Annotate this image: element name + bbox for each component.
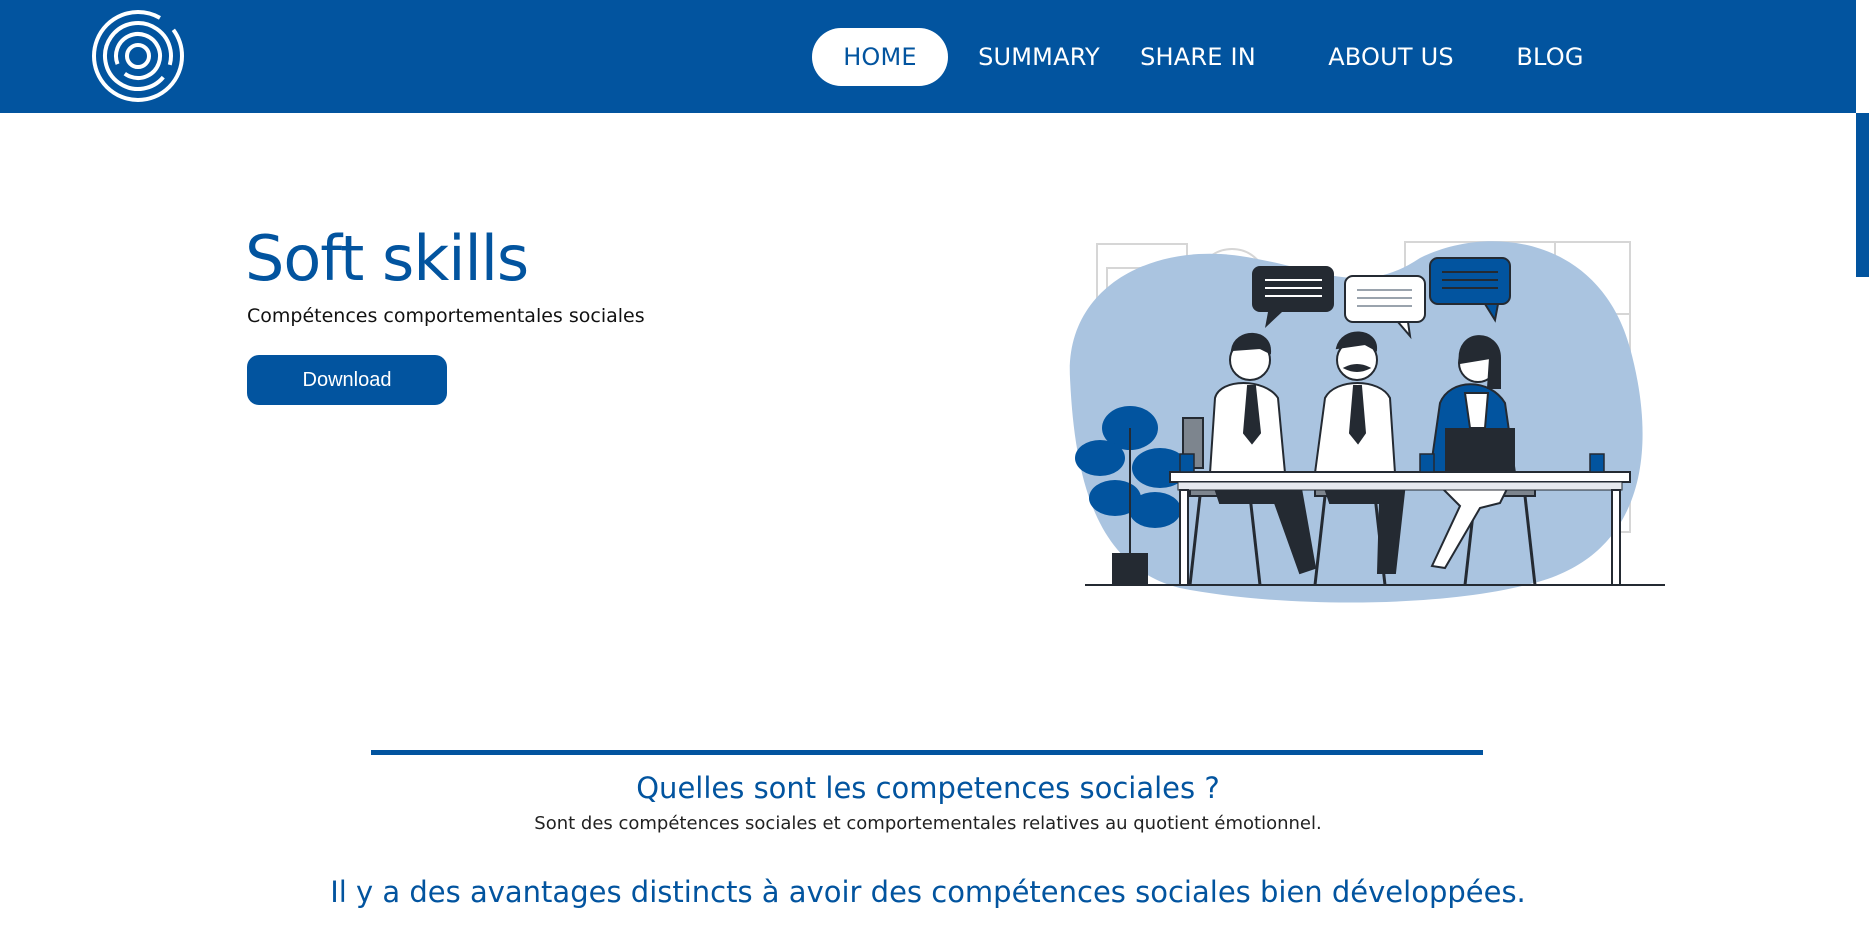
team-meeting-illustration xyxy=(1069,241,1665,603)
hero-subtitle: Compétences comportementales sociales xyxy=(247,305,645,327)
logo-icon[interactable] xyxy=(90,8,186,104)
advantages-heading: Il y a des avantages distincts à avoir d… xyxy=(330,875,1526,909)
top-navigation-bar: HOME SUMMARY SHARE IN ABOUT US BLOG xyxy=(0,0,1856,113)
nav-item-share-in[interactable]: SHARE IN xyxy=(1133,28,1263,86)
section-divider xyxy=(371,750,1483,755)
question-heading: Quelles sont les competences sociales ? xyxy=(636,771,1220,805)
nav-item-summary[interactable]: SUMMARY xyxy=(964,28,1114,86)
nav-item-blog[interactable]: BLOG xyxy=(1508,28,1592,86)
scrollbar-thumb[interactable] xyxy=(1856,113,1869,277)
nav-item-about-us[interactable]: ABOUT US xyxy=(1316,28,1466,86)
question-description: Sont des compétences sociales et comport… xyxy=(534,813,1322,834)
download-button[interactable]: Download xyxy=(247,355,447,405)
nav-item-home[interactable]: HOME xyxy=(812,28,948,86)
hero-title: Soft skills xyxy=(245,222,529,295)
